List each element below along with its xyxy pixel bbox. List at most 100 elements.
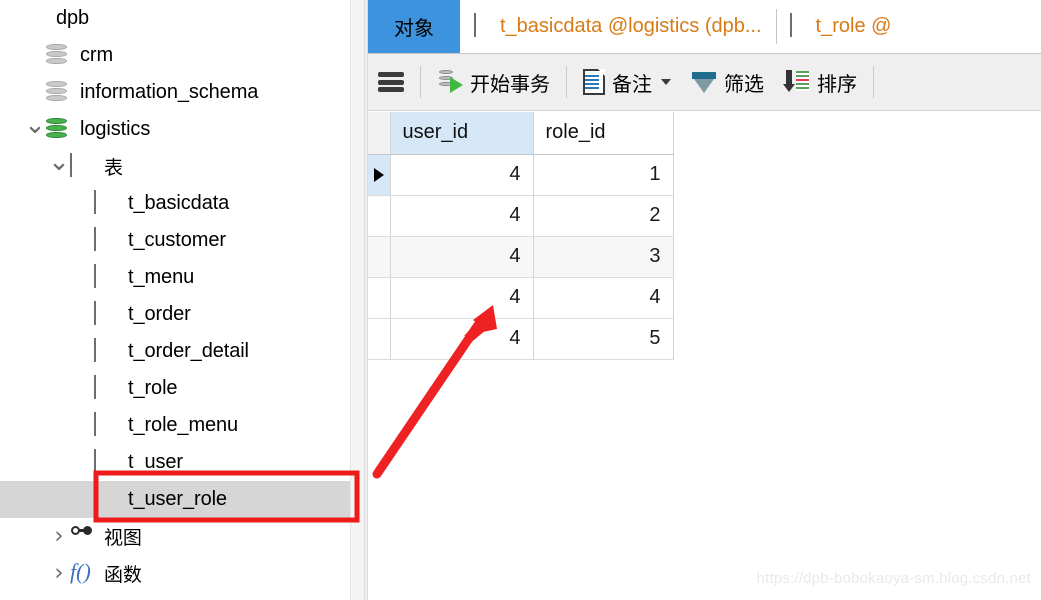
hamburger-menu-button[interactable]: [368, 54, 414, 110]
table-icon: [94, 226, 120, 254]
tree-item-dpb[interactable]: dpb: [0, 0, 364, 37]
tree-item-label: information_schema: [80, 81, 259, 103]
table-icon: [94, 337, 120, 365]
tree-item-label: 表: [104, 157, 123, 179]
result-grid[interactable]: user_id role_id 4142434445: [368, 112, 1041, 360]
table-icon: [94, 411, 120, 439]
row-gutter-header: [368, 112, 391, 155]
row-gutter-cell[interactable]: [368, 195, 391, 237]
tree-item-label: logistics: [80, 118, 151, 140]
tree-item-information_schema[interactable]: information_schema: [0, 74, 364, 111]
table-row[interactable]: 43: [368, 236, 674, 278]
database-green-icon: [46, 117, 72, 143]
filter-icon: [691, 69, 717, 95]
mysql-logo-icon: [22, 6, 48, 32]
table-group-icon: [70, 152, 96, 180]
toolbar-separator: [566, 66, 567, 98]
table-icon: [474, 12, 500, 40]
tab-table-2[interactable]: t_role @: [775, 0, 906, 53]
grid-toolbar[interactable]: 开始事务 备注 筛选 排序: [368, 54, 1041, 111]
row-gutter-cell[interactable]: [368, 318, 391, 360]
tree-item-t_role[interactable]: t_role: [0, 370, 364, 407]
chevron-down-icon[interactable]: ⌄: [24, 112, 46, 138]
tree-item-t_user_role[interactable]: t_user_role: [0, 481, 364, 518]
navicat-window: dpb crm information_schema ⌄ logistics ⌄ 表 t_ba…: [0, 0, 1041, 600]
tree-item-t_role_menu[interactable]: t_role_menu: [0, 407, 364, 444]
chevron-right-icon[interactable]: ›: [48, 562, 70, 585]
table-row[interactable]: 44: [368, 277, 674, 319]
tree-item-logistics[interactable]: ⌄ logistics: [0, 111, 364, 148]
cell-user-id[interactable]: 4: [390, 154, 534, 196]
table-row[interactable]: 41: [368, 154, 674, 196]
tab-strip[interactable]: 对象 t_basicdata @logistics (dpb... t_role @: [368, 0, 1041, 54]
tree-item-crm[interactable]: crm: [0, 37, 364, 74]
cell-role-id[interactable]: 2: [533, 195, 674, 237]
table-icon: [94, 189, 120, 217]
connection-tree[interactable]: dpb crm information_schema ⌄ logistics ⌄ 表 t_ba…: [0, 0, 364, 600]
tree-item-视图[interactable]: › 视图: [0, 518, 364, 555]
tree-item-label: 视图: [104, 527, 142, 549]
tree-item-label: t_user_role: [128, 488, 227, 510]
tree-item-label: dpb: [56, 7, 90, 29]
tab-objects[interactable]: 对象: [368, 0, 460, 53]
cell-user-id[interactable]: 4: [390, 277, 534, 319]
tree-item-t_basicdata[interactable]: t_basicdata: [0, 185, 364, 222]
cell-role-id[interactable]: 1: [533, 154, 674, 196]
tree-item-t_order[interactable]: t_order: [0, 296, 364, 333]
chevron-down-icon[interactable]: [661, 79, 671, 85]
column-header-role-id[interactable]: role_id: [533, 112, 674, 155]
tree-item-函数[interactable]: › f() 函数: [0, 555, 364, 592]
tab-label: t_role @: [815, 15, 892, 37]
sidebar-scrollbar[interactable]: [350, 0, 364, 600]
table-row[interactable]: 42: [368, 195, 674, 237]
table-icon: [94, 263, 120, 291]
row-gutter-cell[interactable]: [368, 154, 391, 196]
table-header-row: user_id role_id: [368, 112, 674, 155]
tree-item-label: t_basicdata: [128, 192, 230, 214]
tree-item-表[interactable]: ⌄ 表: [0, 148, 364, 185]
filter-label: 筛选: [724, 71, 764, 96]
cell-user-id[interactable]: 4: [390, 195, 534, 237]
cell-role-id[interactable]: 4: [533, 277, 674, 319]
cell-role-id[interactable]: 3: [533, 236, 674, 278]
tree-item-t_customer[interactable]: t_customer: [0, 222, 364, 259]
filter-button[interactable]: 筛选: [681, 54, 774, 110]
cell-role-id[interactable]: 5: [533, 318, 674, 360]
database-icon: [46, 43, 72, 69]
cell-user-id[interactable]: 4: [390, 318, 534, 360]
tree-item-t_user[interactable]: t_user: [0, 444, 364, 481]
chevron-down-icon[interactable]: ⌄: [48, 149, 70, 175]
tree-item-label: t_user: [128, 451, 183, 473]
tree-item-事件[interactable]: ›事件: [0, 592, 364, 600]
row-gutter-cell[interactable]: [368, 236, 391, 278]
tree-item-t_order_detail[interactable]: t_order_detail: [0, 333, 364, 370]
function-icon: f(): [70, 558, 91, 584]
toolbar-separator: [873, 66, 874, 98]
tree-item-label: t_order: [128, 303, 191, 325]
tab-table-1[interactable]: t_basicdata @logistics (dpb...: [460, 0, 776, 53]
begin-transaction-icon: [437, 69, 463, 95]
result-table[interactable]: user_id role_id 4142434445: [368, 112, 674, 360]
tree-item-label: 函数: [104, 564, 142, 586]
cell-user-id[interactable]: 4: [390, 236, 534, 278]
table-icon: [94, 300, 120, 328]
tab-label: 对象: [394, 16, 434, 40]
table-row[interactable]: 45: [368, 318, 674, 360]
note-button[interactable]: 备注: [573, 54, 681, 110]
column-header-user-id[interactable]: user_id: [390, 112, 534, 155]
chevron-right-icon[interactable]: ›: [48, 525, 70, 548]
note-label: 备注: [612, 71, 652, 96]
tree-item-label: t_customer: [128, 229, 226, 251]
sort-icon: [783, 69, 810, 95]
tree-item-label: t_menu: [128, 266, 195, 288]
current-row-marker-icon: [374, 167, 384, 182]
table-icon: [94, 448, 120, 476]
content-pane: 对象 t_basicdata @logistics (dpb... t_role @…: [368, 0, 1041, 600]
object-tree-sidebar[interactable]: dpb crm information_schema ⌄ logistics ⌄ 表 t_ba…: [0, 0, 364, 600]
row-gutter-cell[interactable]: [368, 277, 391, 319]
table-icon: [94, 374, 120, 402]
sort-button[interactable]: 排序: [774, 54, 867, 110]
table-icon: [94, 485, 120, 513]
begin-transaction-button[interactable]: 开始事务: [427, 54, 560, 110]
tree-item-t_menu[interactable]: t_menu: [0, 259, 364, 296]
